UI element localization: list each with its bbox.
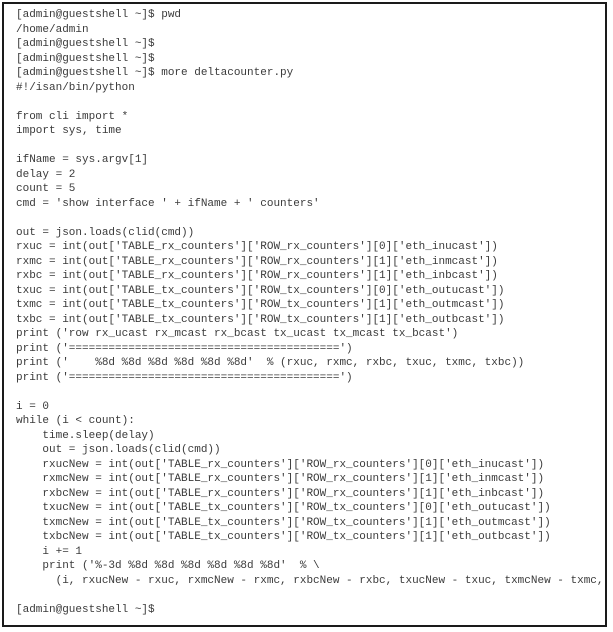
code-line: txbc = int(out['TABLE_tx_counters']['ROW… (16, 313, 505, 326)
terminal-window: [admin@guestshell ~]$ pwd/home/admin [adm… (2, 2, 607, 627)
code-line: txbcNew = int(out['TABLE_tx_counters']['… (16, 531, 551, 543)
terminal-output[interactable]: [admin@guestshell ~]$ pwd/home/admin [adm… (16, 8, 605, 617)
code-line: i = 0 (16, 400, 50, 413)
code-line: rxuc = int(out['TABLE_rx_counters']['ROW… (16, 241, 498, 253)
code-line: ifName = sys.argv[1] (16, 154, 149, 166)
code-line: txmc = int(out['TABLE_tx_counters']['ROW… (16, 299, 505, 311)
code-line: print ('row rx_ucast rx_mcast rx_bcast t… (16, 328, 459, 340)
code-line: cmd = 'show interface ' + ifName + ' cou… (16, 197, 320, 210)
shell-prompt-line: [admin@guestshell ~]$ pwd (16, 9, 182, 21)
command-output-line: /home/admin (16, 23, 89, 36)
code-line: count = 5 (16, 183, 76, 195)
code-line: i += 1 (16, 545, 83, 558)
code-line: import sys, time (16, 125, 122, 137)
code-line: rxucNew = int(out['TABLE_rx_counters']['… (16, 458, 545, 471)
shell-prompt-line: [admin@guestshell ~]$ (16, 603, 155, 616)
code-line: print ('================================… (16, 342, 353, 355)
shell-prompt-line: [admin@guestshell ~]$ (16, 38, 155, 50)
code-line: rxmc = int(out['TABLE_rx_counters']['ROW… (16, 255, 498, 268)
code-line: while (i < count): (16, 415, 135, 427)
code-line: delay = 2 (16, 168, 76, 181)
code-line: print ('%-3d %8d %8d %8d %8d %8d %8d' % … (16, 560, 320, 572)
code-line: txuc = int(out['TABLE_tx_counters']['ROW… (16, 284, 505, 297)
code-line: print (' %8d %8d %8d %8d %8d %8d' % (rxu… (16, 357, 525, 369)
code-line: (i, rxucNew - rxuc, rxmcNew - rxmc, rxbc… (16, 574, 604, 587)
code-line: txucNew = int(out['TABLE_tx_counters']['… (16, 502, 551, 514)
shell-prompt-line: [admin@guestshell ~]$ more deltacounter.… (16, 67, 294, 79)
code-line: print ('================================… (16, 371, 353, 384)
shell-prompt-line: [admin@guestshell ~]$ (16, 52, 155, 65)
code-line: #!/isan/bin/python (16, 81, 135, 94)
code-line: time.sleep(delay) (16, 429, 155, 442)
code-line: from cli import * (16, 110, 129, 123)
code-line: rxbcNew = int(out['TABLE_rx_counters']['… (16, 487, 545, 500)
code-line: txmcNew = int(out['TABLE_tx_counters']['… (16, 516, 551, 529)
code-line: out = json.loads(clid(cmd)) (16, 226, 195, 239)
code-line: rxmcNew = int(out['TABLE_rx_counters']['… (16, 473, 545, 485)
code-line: out = json.loads(clid(cmd)) (16, 444, 221, 456)
code-line: rxbc = int(out['TABLE_rx_counters']['ROW… (16, 270, 498, 282)
